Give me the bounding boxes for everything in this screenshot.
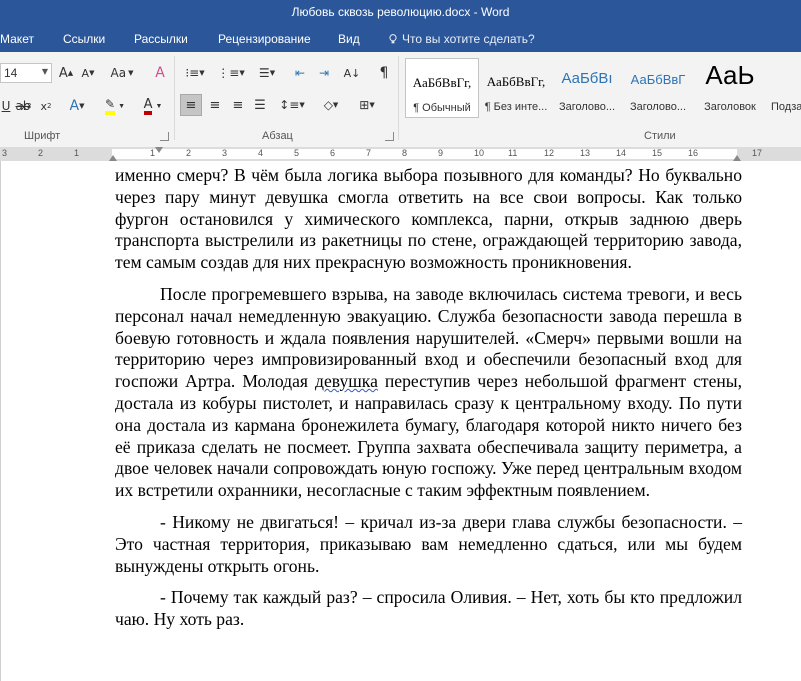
- ruler-number: 12: [544, 148, 555, 158]
- clear-formatting-icon[interactable]: A: [150, 63, 170, 83]
- group-divider: [174, 56, 175, 140]
- paragraph-group-label: Абзац: [262, 130, 293, 142]
- document-page[interactable]: именно смерч? В чём была логика выбора п…: [0, 161, 801, 681]
- style-sample: АаБбВвГг,: [412, 75, 472, 90]
- grammar-flagged-word[interactable]: девушка: [315, 371, 378, 391]
- tell-me-text: Что вы хотите сделать?: [402, 32, 535, 46]
- paragraph: После прогремевшего взрыва, на заводе вк…: [115, 284, 742, 502]
- highlight-color-button[interactable]: ✎ ▼: [100, 96, 130, 116]
- group-divider: [398, 56, 399, 140]
- style-no-spacing[interactable]: АаБбВвГг, ¶ Без инте...: [481, 58, 551, 118]
- lightbulb-icon: [389, 34, 397, 44]
- style-name: ¶ Без инте...: [484, 101, 548, 113]
- tab-view[interactable]: Вид: [338, 32, 360, 46]
- style-name: Подза: [771, 101, 801, 113]
- font-dialog-launcher[interactable]: [160, 132, 169, 141]
- tab-mailings[interactable]: Рассылки: [134, 32, 188, 46]
- shading-icon[interactable]: ◇ ▼: [318, 94, 344, 116]
- style-sample: АаБбВвГ: [630, 72, 686, 87]
- styles-gallery: АаБбВвГг, ¶ Обычный АаБбВвГг, ¶ Без инте…: [405, 58, 801, 121]
- ruler-number: 16: [688, 148, 699, 158]
- shrink-font-icon[interactable]: A ▼: [80, 64, 96, 82]
- style-name: Заголово...: [558, 101, 616, 113]
- line-spacing-icon[interactable]: ↕≡ ▼: [278, 94, 306, 116]
- ruler-number: 5: [294, 148, 300, 158]
- tell-me-box[interactable]: Что вы хотите сделать?: [388, 32, 535, 46]
- window-title: Любовь сквозь революцию.docx - Word: [291, 5, 510, 19]
- change-case-icon[interactable]: Aa ▼: [108, 64, 136, 82]
- title-bar: Любовь сквозь революцию.docx - Word: [0, 0, 801, 27]
- ruler-number: 14: [616, 148, 627, 158]
- font-color-button[interactable]: A ▼: [138, 96, 168, 116]
- align-right-icon[interactable]: ≡: [228, 94, 248, 116]
- subscript-icon[interactable]: x2: [18, 96, 34, 116]
- style-heading-1[interactable]: АаБбВı Заголово...: [553, 58, 621, 118]
- tab-layout[interactable]: Макет: [0, 32, 34, 46]
- align-left-icon[interactable]: ≡: [180, 94, 202, 116]
- justify-icon[interactable]: ☰: [250, 94, 270, 116]
- superscript-icon[interactable]: x2: [38, 96, 54, 116]
- chevron-down-icon: ▼: [41, 67, 48, 76]
- style-subtitle[interactable]: Подза: [767, 58, 801, 118]
- show-formatting-icon[interactable]: ¶: [375, 63, 393, 83]
- ruler-number: 17: [752, 148, 763, 158]
- paragraph: - Почему так каждый раз? – спросила Олив…: [115, 587, 742, 630]
- ruler-number: 2: [186, 148, 192, 158]
- ruler-number: 4: [258, 148, 264, 158]
- decrease-indent-icon[interactable]: ⇤: [290, 63, 310, 83]
- document-body[interactable]: именно смерч? В чём была логика выбора п…: [115, 165, 742, 641]
- style-sample: АаЬ: [705, 60, 755, 90]
- font-group-label: Шрифт: [24, 130, 61, 142]
- paragraph-dialog-launcher[interactable]: [385, 132, 394, 141]
- ruler-number: 3: [222, 148, 228, 158]
- ruler-number: 10: [474, 148, 485, 158]
- increase-indent-icon[interactable]: ⇥: [314, 63, 334, 83]
- style-title[interactable]: АаЬ Заголовок: [695, 58, 765, 118]
- ruler-number: 13: [580, 148, 591, 158]
- ribbon: 14 ▼ A ▲ A ▼ Aa ▼ A U ab x2 x2 A ▼ ✎ ▼ A ▼ Шри…: [0, 52, 801, 148]
- ruler-number: 3: [2, 148, 8, 158]
- ruler-number: 2: [38, 148, 44, 158]
- numbering-icon[interactable]: ⋮≡ ▼: [216, 63, 246, 83]
- horizontal-ruler[interactable]: 3 2 1 1 2 3 4 5 6 7 8 9 10 11 12 13 14 1…: [0, 147, 801, 161]
- style-sample: АаБбВı: [561, 70, 613, 87]
- style-sample: АаБбВвГг,: [486, 74, 546, 89]
- font-size-select[interactable]: 14 ▼: [0, 63, 52, 83]
- ruler-number: 6: [330, 148, 336, 158]
- first-line-indent-marker[interactable]: [155, 147, 163, 153]
- ruler-number: 1: [74, 148, 80, 158]
- ruler-number: 11: [508, 148, 518, 158]
- ruler-text-area: [112, 149, 737, 159]
- tab-review[interactable]: Рецензирование: [218, 32, 311, 46]
- font-size-value: 14: [4, 66, 18, 80]
- paragraph: - Никому не двигаться! – кричал из-за дв…: [115, 511, 742, 576]
- borders-icon[interactable]: ⊞ ▼: [352, 94, 382, 116]
- grow-font-icon[interactable]: A ▲: [58, 64, 74, 82]
- styles-group-label: Стили: [644, 130, 676, 142]
- highlighter-icon: ✎: [105, 97, 116, 115]
- paragraph: именно смерч? В чём была логика выбора п…: [115, 165, 742, 273]
- ruler-number: 9: [438, 148, 444, 158]
- tab-references[interactable]: Ссылки: [63, 32, 105, 46]
- ruler-number: 8: [402, 148, 408, 158]
- underline-icon[interactable]: U: [0, 96, 12, 116]
- style-normal[interactable]: АаБбВвГг, ¶ Обычный: [405, 58, 479, 118]
- style-name: ¶ Обычный: [413, 102, 471, 114]
- sort-icon[interactable]: A↓: [343, 63, 361, 83]
- multilevel-list-icon[interactable]: ☰ ▼: [252, 63, 282, 83]
- style-name: Заголовок: [704, 101, 756, 113]
- align-center-icon[interactable]: ≡: [205, 94, 225, 116]
- style-name: Заголово...: [629, 101, 687, 113]
- ruler-number: 7: [366, 148, 372, 158]
- font-color-icon: A: [143, 98, 153, 115]
- text-effects-icon[interactable]: A ▼: [66, 96, 88, 116]
- bullets-icon[interactable]: ⁝≡ ▼: [180, 63, 210, 83]
- style-heading-2[interactable]: АаБбВвГ Заголово...: [623, 58, 693, 118]
- ribbon-tabs: Макет Ссылки Рассылки Рецензирование Вид…: [0, 27, 801, 52]
- ruler-number: 15: [652, 148, 663, 158]
